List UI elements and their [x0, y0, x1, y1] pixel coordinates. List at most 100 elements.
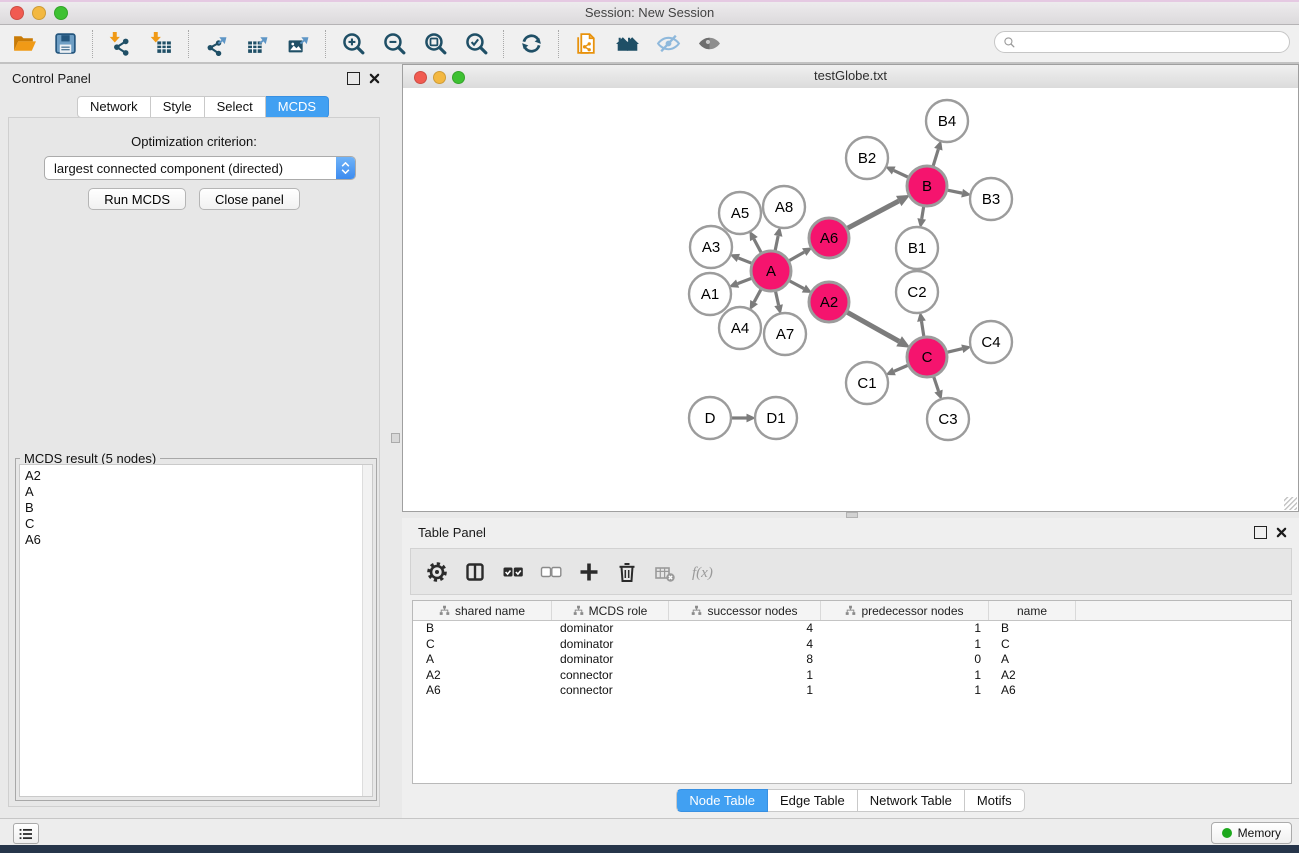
zoom-out-button[interactable] [374, 28, 415, 60]
node-A2[interactable]: A2 [809, 282, 849, 322]
float-panel-icon[interactable] [1254, 526, 1267, 539]
close-panel-icon[interactable] [369, 73, 380, 84]
table-row[interactable]: Adominator80A [413, 652, 1291, 668]
node-A8[interactable]: A8 [763, 186, 805, 228]
edge-A-A1[interactable] [729, 278, 752, 287]
node-B[interactable]: B [907, 166, 947, 206]
edge-C-C2[interactable] [917, 312, 926, 336]
function-button[interactable] [688, 557, 717, 587]
table-delete-button[interactable] [650, 557, 679, 587]
tab-edge-table[interactable]: Edge Table [768, 789, 858, 812]
node-C[interactable]: C [907, 337, 947, 377]
edge-A2-C[interactable] [847, 312, 910, 347]
export-table-button[interactable] [237, 28, 278, 60]
close-panel-button[interactable]: Close panel [199, 188, 300, 210]
edge-C-C4[interactable] [947, 344, 971, 353]
edge-A-A8[interactable] [774, 227, 783, 251]
column-header-name[interactable]: name [989, 601, 1076, 620]
edge-B-B2[interactable] [885, 166, 908, 177]
gear-button[interactable] [422, 557, 451, 587]
edge-A-A5[interactable] [749, 231, 761, 253]
splitter-handle[interactable] [391, 433, 400, 443]
tab-style[interactable]: Style [151, 96, 205, 118]
edge-B-B4[interactable] [933, 140, 942, 166]
edge-A-A7[interactable] [774, 291, 783, 314]
node-A6[interactable]: A6 [809, 218, 849, 258]
edge-A-A2[interactable] [790, 281, 813, 293]
node-B3[interactable]: B3 [970, 178, 1012, 220]
maximize-network-button[interactable] [452, 71, 465, 84]
save-button[interactable] [45, 28, 86, 60]
table-row[interactable]: A6connector11A6 [413, 683, 1291, 699]
edge-A-A4[interactable] [750, 289, 761, 310]
search-box[interactable] [994, 31, 1290, 53]
column-header-shared-name[interactable]: shared name [413, 601, 552, 620]
zoom-fit-button[interactable] [415, 28, 456, 60]
eye-slash-button[interactable] [648, 28, 689, 60]
result-item[interactable]: A6 [25, 532, 372, 548]
close-network-button[interactable] [414, 71, 427, 84]
import-table-button[interactable] [141, 28, 182, 60]
node-C2[interactable]: C2 [896, 271, 938, 313]
eye-button[interactable] [689, 28, 730, 60]
task-history-button[interactable] [13, 823, 39, 844]
node-D[interactable]: D [689, 397, 731, 439]
float-panel-icon[interactable] [347, 72, 360, 85]
tab-network-table[interactable]: Network Table [858, 789, 965, 812]
edge-D-D1[interactable] [732, 414, 756, 423]
result-item[interactable]: A2 [25, 468, 372, 484]
mcds-result-list[interactable]: A2ABCA6 [19, 464, 373, 797]
network-window-titlebar[interactable]: testGlobe.txt [403, 65, 1298, 89]
plus-button[interactable] [574, 557, 603, 587]
node-B4[interactable]: B4 [926, 100, 968, 142]
node-B1[interactable]: B1 [896, 227, 938, 269]
checkbox-checked-pair-button[interactable] [498, 557, 527, 587]
resize-grip[interactable] [1284, 497, 1297, 510]
result-item[interactable]: B [25, 500, 372, 516]
column-header-mcds-role[interactable]: MCDS role [552, 601, 669, 620]
optimization-criterion-select[interactable]: largest connected component (directed) [44, 156, 356, 180]
tab-mcds[interactable]: MCDS [266, 96, 329, 118]
node-C3[interactable]: C3 [927, 398, 969, 440]
edge-B-B3[interactable] [948, 189, 972, 198]
run-mcds-button[interactable]: Run MCDS [88, 188, 186, 210]
network-canvas[interactable]: AA1A2A3A4A5A6A7A8BB1B2B3B4CC1C2C3C4DD1 [403, 88, 1298, 511]
node-A3[interactable]: A3 [690, 226, 732, 268]
zoom-in-button[interactable] [333, 28, 374, 60]
table-row[interactable]: Cdominator41C [413, 637, 1291, 653]
edge-A6-B[interactable] [848, 195, 911, 228]
node-C4[interactable]: C4 [970, 321, 1012, 363]
close-panel-icon[interactable] [1276, 527, 1287, 538]
node-C1[interactable]: C1 [846, 362, 888, 404]
select-stepper[interactable] [336, 157, 355, 179]
checkbox-unchecked-pair-button[interactable] [536, 557, 565, 587]
edge-B-B1[interactable] [917, 207, 926, 229]
result-scrollbar[interactable] [362, 465, 372, 796]
export-image-button[interactable] [278, 28, 319, 60]
edge-C-C1[interactable] [885, 365, 907, 375]
edge-A-A3[interactable] [730, 254, 752, 263]
houses-button[interactable] [607, 28, 648, 60]
result-item[interactable]: A [25, 484, 372, 500]
node-D1[interactable]: D1 [755, 397, 797, 439]
node-A4[interactable]: A4 [719, 307, 761, 349]
import-network-button[interactable] [100, 28, 141, 60]
node-A[interactable]: A [751, 251, 791, 291]
column-header-successor-nodes[interactable]: successor nodes [669, 601, 821, 620]
memory-button[interactable]: Memory [1211, 822, 1292, 844]
node-B2[interactable]: B2 [846, 137, 888, 179]
export-network-button[interactable] [196, 28, 237, 60]
column-header-predecessor-nodes[interactable]: predecessor nodes [821, 601, 989, 620]
trash-button[interactable] [612, 557, 641, 587]
tab-node-table[interactable]: Node Table [676, 789, 768, 812]
folder-open-button[interactable] [4, 28, 45, 60]
vertical-splitter[interactable] [390, 64, 402, 818]
node-A5[interactable]: A5 [719, 192, 761, 234]
table-row[interactable]: Bdominator41B [413, 621, 1291, 637]
network-document-button[interactable] [566, 28, 607, 60]
columns-button[interactable] [460, 557, 489, 587]
search-input[interactable] [1020, 34, 1289, 50]
tab-network[interactable]: Network [77, 96, 151, 118]
edge-A-A6[interactable] [789, 247, 812, 260]
tab-motifs[interactable]: Motifs [965, 789, 1025, 812]
